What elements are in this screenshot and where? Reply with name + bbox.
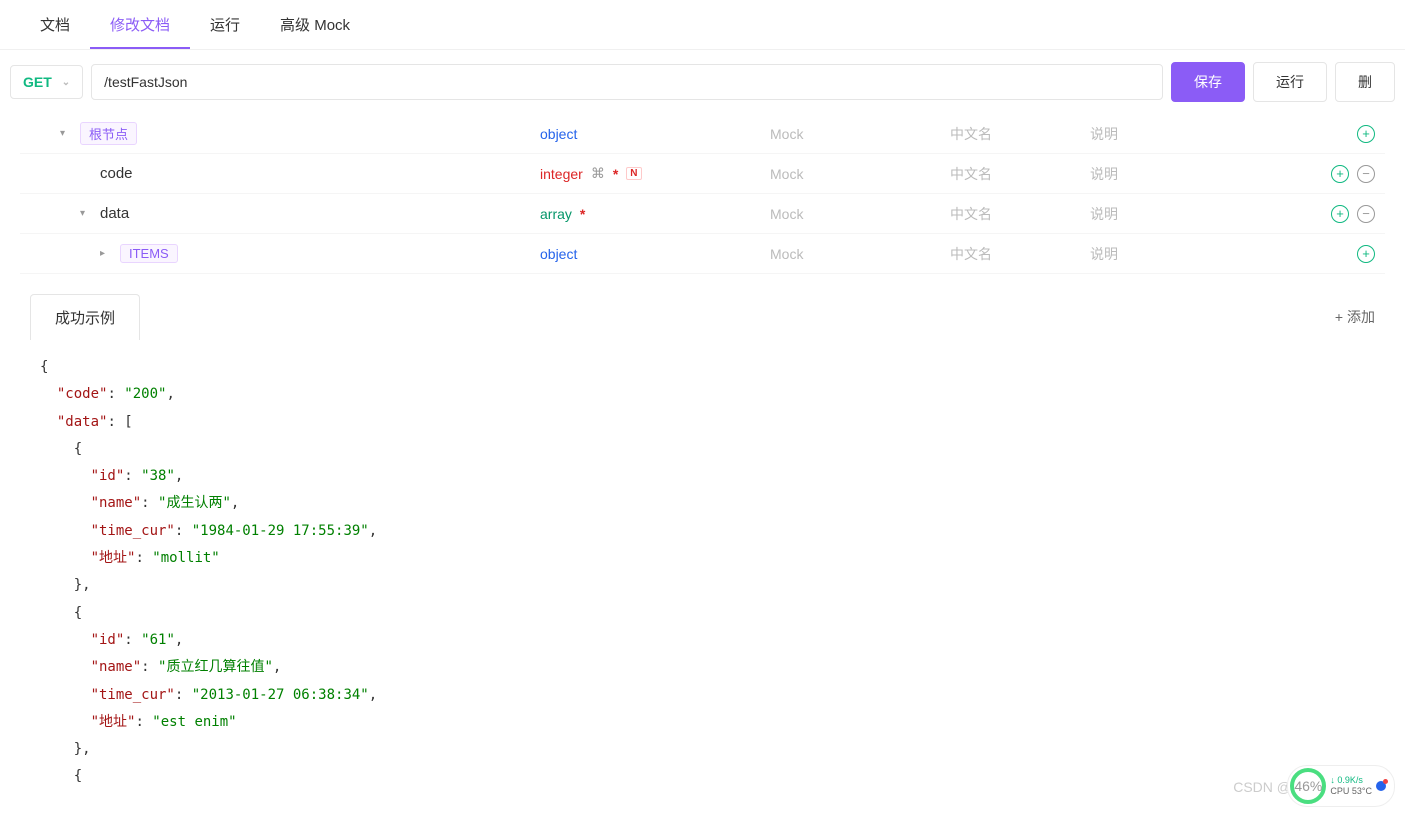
cnname-cell[interactable]: 中文名	[950, 124, 1090, 144]
tab-2[interactable]: 运行	[190, 0, 260, 49]
add-example-button[interactable]: + 添加	[1335, 307, 1375, 327]
schema-field-name[interactable]: code	[100, 165, 133, 182]
response-schema-table: ▾根节点objectMock中文名说明+codeinteger⌘*NMock中文…	[0, 114, 1405, 274]
add-field-icon[interactable]: +	[1331, 205, 1349, 223]
example-json-code[interactable]: { "code": "200", "data": [ { "id": "38",…	[0, 340, 1405, 805]
collapse-icon[interactable]: ▾	[60, 128, 74, 139]
required-star-icon: *	[613, 166, 618, 182]
mock-cell[interactable]: Mock	[770, 206, 950, 222]
desc-cell[interactable]: 说明	[1090, 204, 1331, 224]
perf-indicator-icon	[1376, 781, 1386, 791]
cnname-cell[interactable]: 中文名	[950, 164, 1090, 184]
desc-cell[interactable]: 说明	[1090, 244, 1357, 264]
schema-field-name[interactable]: ITEMS	[120, 244, 178, 263]
schema-field-name[interactable]: 根节点	[80, 122, 137, 145]
delete-button[interactable]: 删	[1335, 62, 1395, 102]
save-button[interactable]: 保存	[1171, 62, 1245, 102]
cnname-cell[interactable]: 中文名	[950, 244, 1090, 264]
schema-row: ▸ ITEMS object Mock中文名说明+	[20, 234, 1385, 274]
example-header: 成功示例 + 添加	[0, 294, 1405, 340]
cnname-cell[interactable]: 中文名	[950, 204, 1090, 224]
nullable-badge: N	[626, 167, 641, 180]
link-icon[interactable]: ⌘	[591, 165, 605, 182]
collapse-icon[interactable]: ▾	[80, 208, 94, 219]
schema-field-name[interactable]: data	[100, 205, 129, 222]
schema-type[interactable]: object	[540, 246, 577, 262]
expand-icon[interactable]: ▸	[100, 248, 114, 259]
mock-cell[interactable]: Mock	[770, 246, 950, 262]
tab-3[interactable]: 高级 Mock	[260, 0, 370, 49]
perf-stats: ↓ 0.9K/s CPU 53°C	[1330, 775, 1372, 797]
request-toolbar: GET ⌄ 保存 运行 删	[0, 50, 1405, 114]
perf-gauge: 46%	[1290, 768, 1326, 804]
tab-1[interactable]: 修改文档	[90, 0, 190, 49]
schema-type[interactable]: integer	[540, 166, 583, 182]
schema-type[interactable]: object	[540, 126, 577, 142]
remove-field-icon[interactable]: −	[1357, 205, 1375, 223]
schema-type[interactable]: array	[540, 206, 572, 222]
add-field-icon[interactable]: +	[1331, 165, 1349, 183]
http-method-select[interactable]: GET ⌄	[10, 65, 83, 99]
tab-0[interactable]: 文档	[20, 0, 90, 49]
chevron-down-icon: ⌄	[62, 77, 70, 88]
schema-row: code integer ⌘ * N Mock中文名说明+−	[20, 154, 1385, 194]
schema-row: ▾ 根节点 object Mock中文名说明+	[20, 114, 1385, 154]
run-button[interactable]: 运行	[1253, 62, 1327, 102]
top-tabs: 文档修改文档运行高级 Mock	[0, 0, 1405, 50]
example-tab[interactable]: 成功示例	[30, 294, 140, 340]
desc-cell[interactable]: 说明	[1090, 124, 1357, 144]
desc-cell[interactable]: 说明	[1090, 164, 1331, 184]
remove-field-icon[interactable]: −	[1357, 165, 1375, 183]
add-field-icon[interactable]: +	[1357, 125, 1375, 143]
mock-cell[interactable]: Mock	[770, 166, 950, 182]
add-field-icon[interactable]: +	[1357, 245, 1375, 263]
mock-cell[interactable]: Mock	[770, 126, 950, 142]
schema-row: ▾ data array * Mock中文名说明+−	[20, 194, 1385, 234]
required-star-icon: *	[580, 206, 585, 222]
http-method-value: GET	[23, 74, 52, 90]
url-input[interactable]	[91, 64, 1163, 100]
perf-monitor[interactable]: 46% ↓ 0.9K/s CPU 53°C	[1287, 765, 1395, 807]
